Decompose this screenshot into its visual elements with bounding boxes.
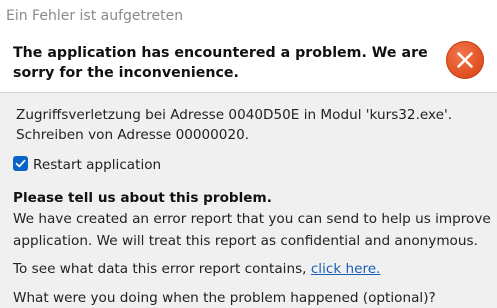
feedback-description: We have created an error report that you…	[13, 211, 491, 249]
error-header-message: The application has encountered a proble…	[13, 45, 428, 81]
report-data-row: To see what data this error report conta…	[13, 259, 380, 279]
error-header: The application has encountered a proble…	[0, 32, 497, 93]
error-close-icon	[446, 41, 484, 79]
title-bar: Ein Fehler ist aufgetreten	[0, 0, 497, 33]
feedback-title: Please tell us about this problem.	[13, 190, 272, 206]
error-details: Zugriffsverletzung bei Adresse 0040D50E …	[16, 105, 486, 145]
click-here-link[interactable]: click here.	[311, 261, 381, 277]
optional-question-label: What were you doing when the problem hap…	[13, 290, 436, 306]
window-title: Ein Fehler ist aufgetreten	[6, 8, 184, 24]
error-detail-line-2: Schreiben von Adresse 00000020.	[16, 127, 250, 143]
report-data-text: To see what data this error report conta…	[13, 261, 307, 277]
restart-application-checkbox[interactable]	[13, 156, 28, 171]
error-detail-line-1: Zugriffsverletzung bei Adresse 0040D50E …	[16, 107, 453, 123]
restart-application-label[interactable]: Restart application	[33, 155, 161, 175]
checkmark-icon	[15, 159, 26, 168]
